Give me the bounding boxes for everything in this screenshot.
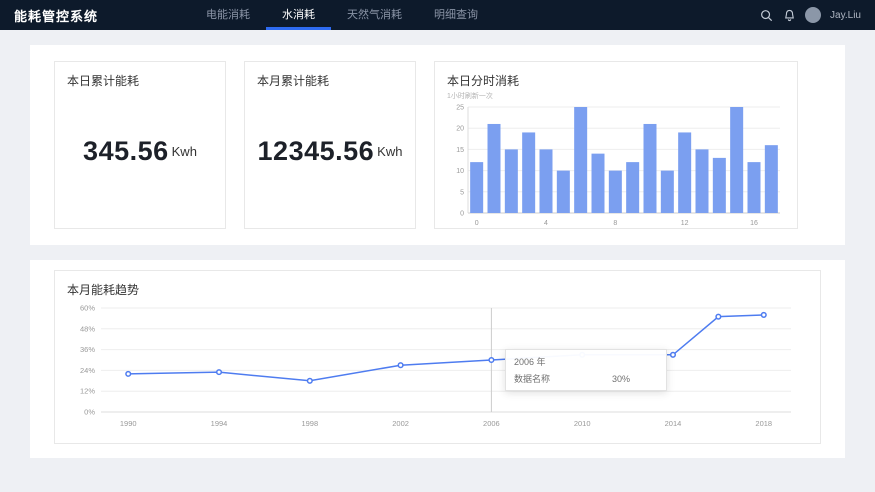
svg-text:2006: 2006: [483, 419, 500, 428]
svg-text:25: 25: [456, 105, 464, 112]
header-actions: Jay.Liu: [759, 7, 875, 23]
trend-panel: 本月能耗趋势 0% 12% 24% 36% 48% 60% 1990 1994 1998 2002…: [30, 260, 845, 458]
user-name[interactable]: Jay.Liu: [830, 10, 861, 21]
svg-text:0: 0: [460, 211, 464, 218]
nav-item-detail-query[interactable]: 明细查询: [418, 0, 494, 30]
month-energy-title: 本月累计能耗: [245, 62, 415, 89]
svg-text:8: 8: [613, 220, 617, 227]
svg-text:5: 5: [460, 189, 464, 196]
month-energy-value: 12345.56 Kwh: [245, 89, 415, 228]
month-energy-unit: Kwh: [377, 144, 402, 159]
today-energy-number: 345.56: [83, 136, 169, 167]
month-energy-card: 本月累计能耗 12345.56 Kwh: [244, 61, 416, 229]
hourly-consumption-card: 本日分时消耗 1小时刷新一次 0 5 10 15 20 25 0 4 8 12 16: [434, 61, 798, 229]
svg-text:20: 20: [456, 126, 464, 133]
svg-text:24%: 24%: [80, 366, 95, 375]
nav-item-electric[interactable]: 电能消耗: [190, 0, 266, 30]
svg-text:60%: 60%: [80, 304, 95, 313]
month-energy-number: 12345.56: [258, 136, 375, 167]
today-energy-title: 本日累计能耗: [55, 62, 225, 89]
monthly-trend-line-chart[interactable]: 0% 12% 24% 36% 48% 60% 1990 1994 1998 2002 2006 201…: [65, 300, 803, 432]
svg-text:2018: 2018: [755, 419, 772, 428]
svg-text:0%: 0%: [84, 408, 95, 417]
monthly-trend-title: 本月能耗趋势: [65, 277, 810, 300]
svg-text:12%: 12%: [80, 387, 95, 396]
hourly-consumption-title: 本日分时消耗: [435, 62, 797, 89]
hourly-bar-chart[interactable]: 0 5 10 15 20 25 0 4 8 12 16: [446, 101, 786, 229]
today-energy-card: 本日累计能耗 345.56 Kwh: [54, 61, 226, 229]
summary-panel: 本日累计能耗 345.56 Kwh 本月累计能耗 12345.56 Kwh 本日…: [30, 45, 845, 245]
svg-text:0: 0: [475, 220, 479, 227]
user-avatar[interactable]: [805, 7, 821, 23]
top-nav-bar: 能耗管控系统 电能消耗 水消耗 天然气消耗 明细查询 Jay.Liu: [0, 0, 875, 30]
svg-text:10: 10: [456, 168, 464, 175]
svg-text:15: 15: [456, 147, 464, 154]
nav-item-water[interactable]: 水消耗: [266, 0, 331, 30]
svg-text:48%: 48%: [80, 324, 95, 333]
svg-text:2014: 2014: [665, 419, 682, 428]
svg-text:1994: 1994: [211, 419, 228, 428]
nav-item-gas[interactable]: 天然气消耗: [331, 0, 418, 30]
svg-text:36%: 36%: [80, 345, 95, 354]
app-title: 能耗管控系统: [0, 6, 112, 25]
notification-bell-icon[interactable]: [782, 8, 796, 22]
main-nav: 电能消耗 水消耗 天然气消耗 明细查询: [190, 0, 494, 30]
svg-text:12: 12: [681, 220, 689, 227]
hourly-refresh-note: 1小时刷新一次: [435, 89, 797, 101]
today-energy-value: 345.56 Kwh: [55, 89, 225, 228]
search-icon[interactable]: [759, 8, 773, 22]
svg-text:4: 4: [544, 220, 548, 227]
svg-text:2010: 2010: [574, 419, 591, 428]
monthly-trend-card: 本月能耗趋势 0% 12% 24% 36% 48% 60% 1990 1994 1998 2002…: [54, 270, 821, 444]
svg-text:1998: 1998: [301, 419, 318, 428]
svg-text:16: 16: [750, 220, 758, 227]
svg-text:1990: 1990: [120, 419, 137, 428]
today-energy-unit: Kwh: [172, 144, 197, 159]
svg-text:2002: 2002: [392, 419, 409, 428]
